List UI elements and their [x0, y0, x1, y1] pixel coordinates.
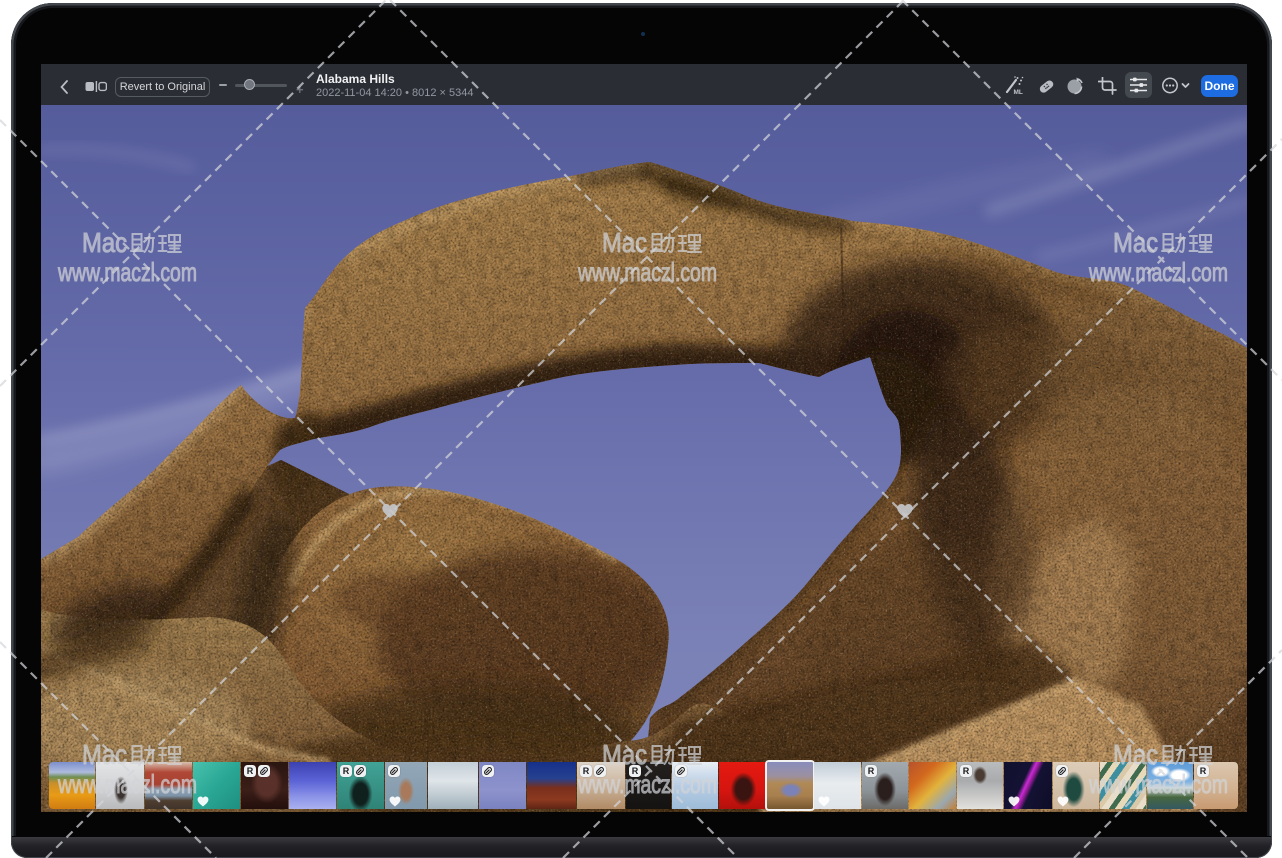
- svg-text:ML: ML: [1014, 89, 1023, 95]
